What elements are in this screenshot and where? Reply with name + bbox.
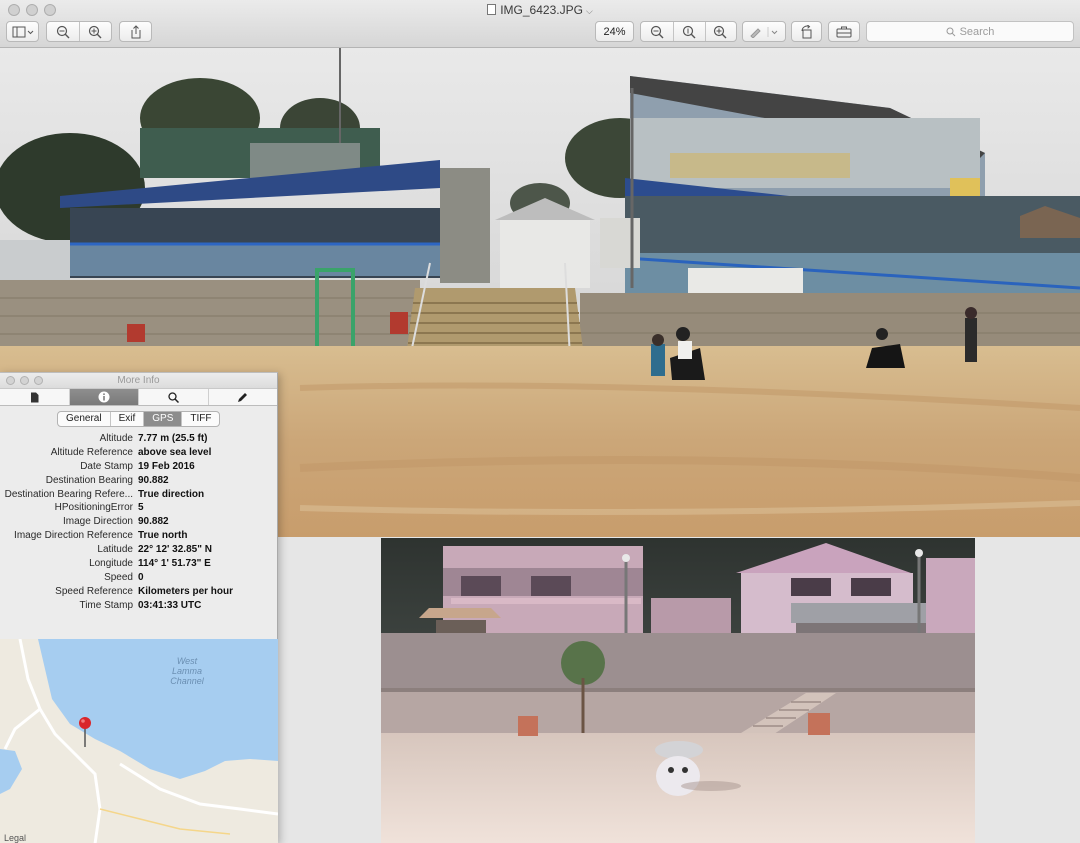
- info-icon: [98, 391, 110, 403]
- search-field[interactable]: Search: [866, 21, 1074, 42]
- metadata-key: Date Stamp: [80, 460, 133, 472]
- metadata-key: Speed Reference: [55, 585, 133, 597]
- metadata-row: Date Stamp 19 Feb 2016: [0, 460, 278, 474]
- metadata-row: Speed 0: [0, 571, 278, 585]
- metadata-key: Speed: [104, 571, 133, 583]
- metadata-row: Latitude 22° 12' 32.85" N: [0, 543, 278, 557]
- anime-screenshot: [381, 538, 975, 843]
- file-name: IMG_6423.JPG: [500, 3, 583, 17]
- actual-size-icon: [682, 25, 695, 38]
- metadata-key: Time Stamp: [79, 599, 133, 611]
- tab-search[interactable]: [139, 389, 209, 405]
- tab-info[interactable]: [69, 389, 139, 405]
- metadata-row: Destination Bearing 90.882: [0, 474, 278, 488]
- zoom-segment: [46, 21, 112, 42]
- zoom-out-icon: [650, 25, 664, 38]
- preview-window: IMG_6423.JPG ⌵ 24% Search More Info Gene…: [0, 0, 1080, 843]
- metadata-value[interactable]: 03:41:33 UTC: [138, 599, 201, 613]
- metadata-value[interactable]: 90.882: [138, 474, 169, 488]
- metadata-key: HPositioningError: [54, 502, 133, 514]
- metadata-key: Longitude: [89, 558, 133, 570]
- metadata-segmented-control: General Exif GPS TIFF: [57, 411, 221, 427]
- zoom-level-value: 24%: [603, 25, 626, 38]
- markup-button[interactable]: [742, 21, 786, 42]
- zoom-in-icon: [714, 25, 727, 38]
- tab-document[interactable]: [0, 389, 70, 405]
- metadata-key: Latitude: [97, 544, 133, 556]
- metadata-row: HPositioningError 5: [0, 501, 278, 515]
- markup-pen-icon: [750, 26, 778, 38]
- metadata-value[interactable]: True direction: [138, 488, 204, 502]
- metadata-key: Altitude: [99, 433, 133, 444]
- share-button[interactable]: [119, 21, 152, 42]
- metadata-value[interactable]: 5: [138, 501, 144, 515]
- magnifier-icon: [168, 391, 179, 403]
- segment-exif[interactable]: Exif: [111, 412, 145, 426]
- metadata-value[interactable]: 22° 12' 32.85" N: [138, 543, 212, 557]
- metadata-value[interactable]: 0: [138, 571, 144, 585]
- panel-title: More Info: [117, 375, 160, 386]
- metadata-row: Altitude Reference above sea level: [0, 446, 278, 460]
- share-icon: [131, 24, 140, 38]
- search-icon: [946, 27, 955, 36]
- metadata-row: Altitude 7.77 m (25.5 ft): [0, 432, 278, 446]
- rotate-button[interactable]: [791, 21, 822, 42]
- zoom-out-button-right[interactable]: [641, 25, 673, 39]
- map-water-label-1: West: [177, 656, 198, 666]
- toolbox-button[interactable]: [828, 21, 860, 42]
- metadata-value[interactable]: 7.77 m (25.5 ft): [138, 432, 207, 446]
- location-map[interactable]: West Lamma Channel Legal: [0, 639, 278, 843]
- sidebar-icon: [12, 26, 33, 37]
- chevron-down-icon: ⌵: [585, 6, 593, 16]
- more-info-panel: More Info General Exif GPS TIFF Altitude…: [0, 372, 278, 843]
- metadata-value[interactable]: True north: [138, 529, 187, 543]
- segment-general[interactable]: General: [58, 412, 111, 426]
- metadata-row: Destination Bearing Refere... True direct…: [0, 488, 278, 502]
- panel-zoom-button[interactable]: [34, 376, 43, 385]
- metadata-row: Time Stamp 03:41:33 UTC: [0, 599, 278, 613]
- panel-minimize-button[interactable]: [20, 376, 29, 385]
- tab-edit[interactable]: [209, 389, 278, 405]
- zoom-in-button[interactable]: [79, 25, 111, 39]
- zoom-out-button[interactable]: [47, 25, 79, 39]
- metadata-value[interactable]: Kilometers per hour: [138, 585, 233, 599]
- segment-gps[interactable]: GPS: [144, 412, 183, 426]
- map-water-label-3: Channel: [170, 676, 205, 686]
- zoom-out-icon: [56, 25, 70, 38]
- document-icon: [487, 4, 497, 15]
- metadata-value[interactable]: 90.882: [138, 515, 169, 529]
- panel-titlebar[interactable]: More Info: [0, 373, 277, 388]
- search-placeholder: Search: [959, 25, 995, 38]
- metadata-value[interactable]: above sea level: [138, 446, 211, 460]
- zoom-in-icon: [88, 25, 102, 38]
- rotate-icon: [801, 24, 811, 38]
- map-water-label-2: Lamma: [172, 666, 202, 676]
- pencil-icon: [238, 392, 248, 402]
- metadata-row: Longitude 114° 1' 51.73" E: [0, 557, 278, 571]
- metadata-row: Speed Reference Kilometers per hour: [0, 585, 278, 599]
- zoom-level-display[interactable]: 24%: [595, 21, 634, 42]
- zoom-controls: [640, 21, 737, 42]
- window-title[interactable]: IMG_6423.JPG ⌵: [0, 3, 1080, 17]
- gps-metadata-list: Altitude 7.77 m (25.5 ft) Altitude Referen…: [0, 432, 278, 613]
- metadata-row: Image Direction Reference True north: [0, 529, 278, 543]
- panel-close-button[interactable]: [6, 376, 15, 385]
- metadata-key: Destination Bearing Refere...: [4, 488, 133, 500]
- metadata-key: Image Direction: [62, 516, 133, 528]
- toolbar: IMG_6423.JPG ⌵ 24% Search: [0, 0, 1080, 48]
- metadata-value[interactable]: 19 Feb 2016: [138, 460, 195, 474]
- toolbox-icon: [836, 26, 852, 38]
- sidebar-button[interactable]: [6, 21, 39, 42]
- segment-tiff[interactable]: TIFF: [182, 412, 219, 426]
- metadata-key: Image Direction Reference: [14, 530, 133, 542]
- document-icon: [30, 392, 39, 402]
- metadata-row: Image Direction 90.882: [0, 515, 278, 529]
- metadata-value[interactable]: 114° 1' 51.73" E: [138, 557, 211, 571]
- metadata-key: Destination Bearing: [45, 474, 133, 486]
- inspector-tabs: [0, 388, 277, 406]
- map-legal-link[interactable]: Legal: [4, 833, 26, 843]
- actual-size-button[interactable]: [673, 25, 705, 39]
- zoom-in-button-right[interactable]: [704, 25, 736, 39]
- metadata-key: Altitude Reference: [50, 446, 133, 458]
